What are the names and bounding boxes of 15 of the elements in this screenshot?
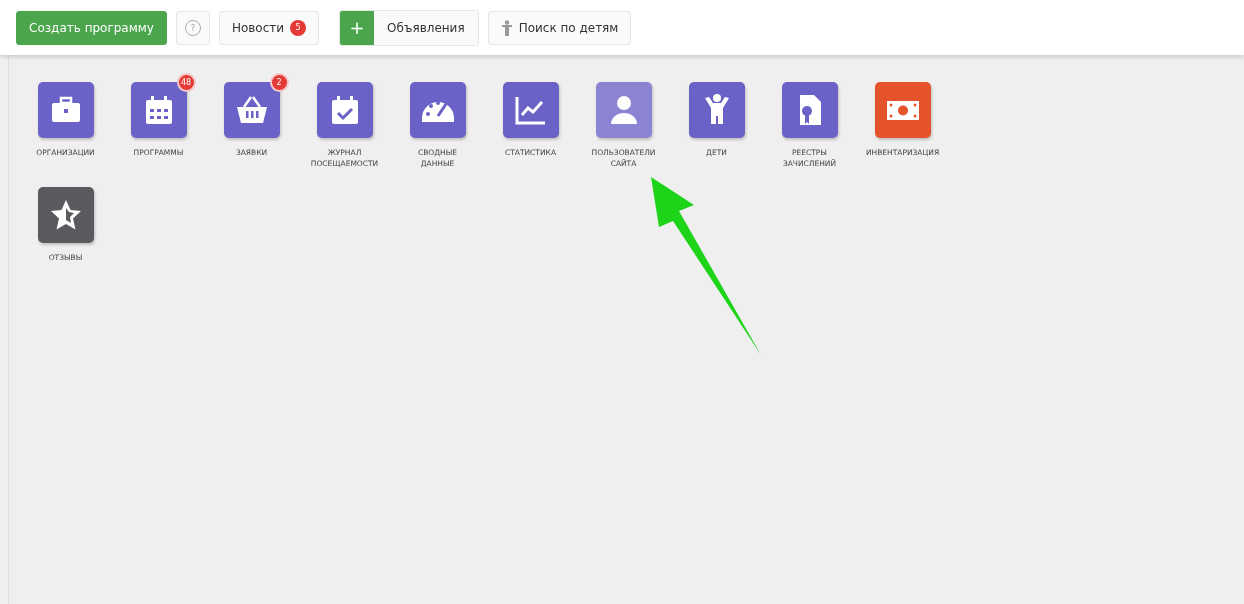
announcements-button[interactable]: + Объявления <box>339 9 479 46</box>
count-badge: 48 <box>176 73 196 92</box>
tile-button[interactable] <box>781 82 838 138</box>
child-search-button[interactable]: Поиск по детям <box>487 10 632 45</box>
tile-button[interactable] <box>409 82 466 138</box>
tile-button[interactable] <box>502 82 559 138</box>
tile-button[interactable] <box>874 82 931 138</box>
tile-button[interactable] <box>688 82 745 138</box>
child-icon <box>500 19 513 36</box>
tile-button[interactable] <box>316 82 373 138</box>
tile-button[interactable] <box>37 82 94 138</box>
news-button[interactable]: Новости 5 <box>218 10 320 45</box>
tile-button[interactable] <box>37 187 94 243</box>
tile-button[interactable] <box>595 82 652 138</box>
count-badge: 2 <box>269 73 289 92</box>
